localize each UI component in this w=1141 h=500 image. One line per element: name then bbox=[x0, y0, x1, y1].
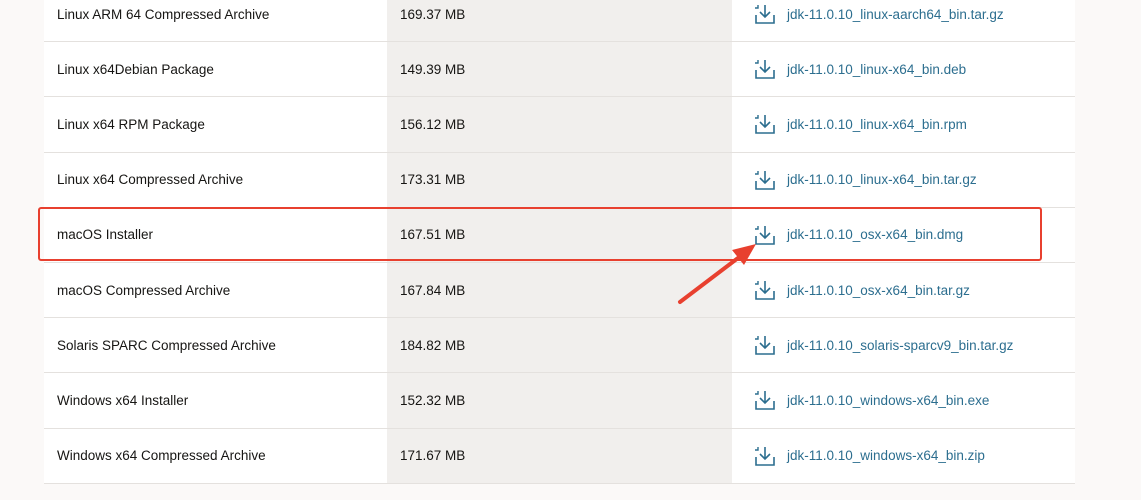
file-size-cell: 156.12 MB bbox=[387, 97, 732, 152]
table-row: Windows x64 Installer 152.32 MB jdk-11.0… bbox=[44, 373, 1075, 429]
download-cell: jdk-11.0.10_osx-x64_bin.tar.gz bbox=[732, 262, 1075, 318]
product-cell: Linux x64 Compressed Archive bbox=[44, 152, 387, 207]
download-icon[interactable] bbox=[753, 57, 777, 81]
download-icon[interactable] bbox=[753, 2, 777, 26]
downloads-table: Linux ARM 64 Compressed Archive 169.37 M… bbox=[44, 0, 1075, 484]
download-link[interactable]: jdk-11.0.10_linux-aarch64_bin.tar.gz bbox=[787, 7, 1004, 22]
product-cell: Linux ARM 64 Compressed Archive bbox=[44, 0, 387, 42]
download-link[interactable]: jdk-11.0.10_solaris-sparcv9_bin.tar.gz bbox=[787, 338, 1013, 353]
download-link[interactable]: jdk-11.0.10_osx-x64_bin.dmg bbox=[787, 227, 963, 242]
table-row-highlighted: macOS Installer 167.51 MB jdk-11.0.10_os… bbox=[44, 207, 1075, 263]
file-size-cell: 171.67 MB bbox=[387, 428, 732, 483]
download-link[interactable]: jdk-11.0.10_windows-x64_bin.exe bbox=[787, 393, 989, 408]
product-cell: Windows x64 Installer bbox=[44, 373, 387, 428]
download-cell: jdk-11.0.10_solaris-sparcv9_bin.tar.gz bbox=[732, 318, 1075, 373]
download-cell: jdk-11.0.10_windows-x64_bin.zip bbox=[732, 428, 1075, 483]
product-cell: Linux x64 RPM Package bbox=[44, 97, 387, 152]
download-cell: jdk-11.0.10_linux-x64_bin.rpm bbox=[732, 97, 1075, 152]
table-row: macOS Compressed Archive 167.84 MB jdk-1… bbox=[44, 262, 1075, 319]
download-cell: jdk-11.0.10_linux-aarch64_bin.tar.gz bbox=[732, 0, 1075, 42]
download-icon[interactable] bbox=[753, 168, 777, 192]
download-cell: jdk-11.0.10_osx-x64_bin.dmg bbox=[732, 207, 1075, 262]
table-row: Linux ARM 64 Compressed Archive 169.37 M… bbox=[44, 0, 1075, 43]
product-cell: macOS Compressed Archive bbox=[44, 262, 387, 318]
file-size-cell: 152.32 MB bbox=[387, 373, 732, 428]
download-link[interactable]: jdk-11.0.10_osx-x64_bin.tar.gz bbox=[787, 283, 970, 298]
product-cell: Linux x64Debian Package bbox=[44, 42, 387, 97]
download-icon[interactable] bbox=[753, 388, 777, 412]
download-page: Linux ARM 64 Compressed Archive 169.37 M… bbox=[0, 0, 1141, 500]
download-cell: jdk-11.0.10_linux-x64_bin.deb bbox=[732, 42, 1075, 97]
download-link[interactable]: jdk-11.0.10_linux-x64_bin.deb bbox=[787, 62, 966, 77]
file-size-cell: 169.37 MB bbox=[387, 0, 732, 42]
file-size-cell: 184.82 MB bbox=[387, 318, 732, 373]
table-row: Linux x64Debian Package 149.39 MB jdk-11… bbox=[44, 42, 1075, 98]
download-cell: jdk-11.0.10_linux-x64_bin.tar.gz bbox=[732, 152, 1075, 207]
download-link[interactable]: jdk-11.0.10_linux-x64_bin.tar.gz bbox=[787, 172, 977, 187]
table-row: Solaris SPARC Compressed Archive 184.82 … bbox=[44, 318, 1075, 374]
download-icon[interactable] bbox=[753, 333, 777, 357]
product-cell: Solaris SPARC Compressed Archive bbox=[44, 318, 387, 373]
download-link[interactable]: jdk-11.0.10_windows-x64_bin.zip bbox=[787, 448, 985, 463]
download-icon[interactable] bbox=[753, 278, 777, 302]
product-cell: Windows x64 Compressed Archive bbox=[44, 428, 387, 483]
table-row: Windows x64 Compressed Archive 171.67 MB… bbox=[44, 428, 1075, 484]
table-row: Linux x64 RPM Package 156.12 MB jdk-11.0… bbox=[44, 97, 1075, 153]
download-icon[interactable] bbox=[753, 112, 777, 136]
file-size-cell: 173.31 MB bbox=[387, 152, 732, 207]
file-size-cell: 167.84 MB bbox=[387, 262, 732, 318]
table-row: Linux x64 Compressed Archive 173.31 MB j… bbox=[44, 152, 1075, 208]
download-icon[interactable] bbox=[753, 444, 777, 468]
download-link[interactable]: jdk-11.0.10_linux-x64_bin.rpm bbox=[787, 117, 967, 132]
download-cell: jdk-11.0.10_windows-x64_bin.exe bbox=[732, 373, 1075, 428]
file-size-cell: 167.51 MB bbox=[387, 207, 732, 262]
file-size-cell: 149.39 MB bbox=[387, 42, 732, 97]
product-cell: macOS Installer bbox=[44, 207, 387, 262]
download-icon[interactable] bbox=[753, 223, 777, 247]
